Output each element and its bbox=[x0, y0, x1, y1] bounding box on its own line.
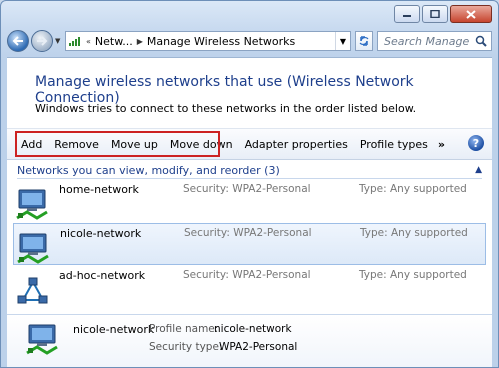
refresh-icon bbox=[359, 36, 369, 46]
adhoc-network-icon bbox=[17, 277, 48, 304]
more-commands-button[interactable]: » bbox=[434, 138, 449, 151]
network-security: Security: WPA2-Personal bbox=[183, 269, 311, 281]
details-pane: nicole-network Profile name: nicole-netw… bbox=[7, 314, 492, 367]
breadcrumb-current[interactable]: Manage Wireless Networks bbox=[147, 35, 295, 48]
network-type: Type: Any supported bbox=[359, 183, 467, 195]
network-bars-icon bbox=[69, 37, 80, 46]
arrow-left-icon bbox=[12, 36, 23, 46]
network-list: home-network Security: WPA2-Personal Typ… bbox=[13, 180, 486, 309]
arrow-right-icon bbox=[37, 36, 48, 46]
search-box[interactable] bbox=[377, 31, 492, 51]
network-name: nicole-network bbox=[60, 227, 142, 240]
network-name: home-network bbox=[59, 183, 139, 196]
command-bar: Add Remove Move up Move down Adapter pro… bbox=[7, 128, 492, 160]
details-network-name: nicole-network bbox=[73, 323, 155, 336]
list-item[interactable]: home-network Security: WPA2-Personal Typ… bbox=[13, 180, 486, 222]
details-security-label: Security type: bbox=[149, 341, 223, 353]
collapse-icon[interactable]: ▲ bbox=[475, 165, 482, 175]
breadcrumb-separator-icon[interactable]: ▶ bbox=[137, 37, 143, 46]
wireless-network-icon bbox=[17, 233, 49, 264]
network-type: Type: Any supported bbox=[359, 269, 467, 281]
move-down-button[interactable]: Move down bbox=[164, 133, 239, 155]
minimize-button[interactable] bbox=[394, 5, 420, 23]
remove-button[interactable]: Remove bbox=[48, 133, 105, 155]
navigation-bar: ▼ « Netw... ▶ Manage Wireless Networks ▼ bbox=[7, 29, 492, 53]
network-security: Security: WPA2-Personal bbox=[184, 227, 312, 239]
close-button[interactable] bbox=[450, 5, 492, 23]
wireless-network-icon bbox=[26, 324, 58, 355]
content-pane: Manage wireless networks that use (Wirel… bbox=[7, 57, 492, 367]
details-profile-value: nicole-network bbox=[214, 323, 292, 335]
group-header-label: Networks you can view, modify, and reord… bbox=[17, 163, 280, 177]
search-input[interactable] bbox=[382, 33, 475, 49]
window-caption-buttons bbox=[394, 5, 492, 23]
back-button[interactable] bbox=[7, 30, 29, 52]
profile-types-button[interactable]: Profile types bbox=[354, 133, 434, 155]
network-name: ad-hoc-network bbox=[59, 269, 146, 282]
address-dropdown-button[interactable]: ▼ bbox=[335, 32, 350, 50]
details-profile-label: Profile name: bbox=[149, 323, 219, 335]
move-up-button[interactable]: Move up bbox=[105, 133, 164, 155]
add-button[interactable]: Add bbox=[15, 133, 48, 155]
maximize-button[interactable] bbox=[422, 5, 448, 23]
help-button[interactable]: ? bbox=[468, 135, 484, 151]
minimize-icon bbox=[403, 15, 411, 17]
network-type: Type: Any supported bbox=[360, 227, 468, 239]
wireless-network-icon bbox=[16, 189, 48, 220]
refresh-button[interactable] bbox=[355, 31, 373, 51]
adapter-properties-button[interactable]: Adapter properties bbox=[239, 133, 354, 155]
list-item[interactable]: nicole-network Security: WPA2-Personal T… bbox=[13, 223, 486, 265]
network-group-header[interactable]: Networks you can view, modify, and reord… bbox=[17, 162, 482, 179]
list-item[interactable]: ad-hoc-network Security: WPA2-Personal T… bbox=[13, 266, 486, 308]
details-security-value: WPA2-Personal bbox=[219, 341, 298, 353]
forward-button[interactable] bbox=[31, 30, 53, 52]
explorer-window: ▼ « Netw... ▶ Manage Wireless Networks ▼ bbox=[0, 0, 499, 368]
network-security: Security: WPA2-Personal bbox=[183, 183, 311, 195]
maximize-icon bbox=[430, 10, 440, 18]
breadcrumb-network[interactable]: Netw... bbox=[95, 35, 133, 48]
search-icon bbox=[475, 35, 487, 47]
close-icon bbox=[466, 9, 476, 19]
recent-pages-dropdown[interactable]: ▼ bbox=[55, 37, 63, 45]
breadcrumb-overflow-icon[interactable]: « bbox=[86, 37, 91, 46]
page-subtitle: Windows tries to connect to these networ… bbox=[35, 102, 417, 115]
address-bar[interactable]: « Netw... ▶ Manage Wireless Networks ▼ bbox=[65, 31, 351, 51]
